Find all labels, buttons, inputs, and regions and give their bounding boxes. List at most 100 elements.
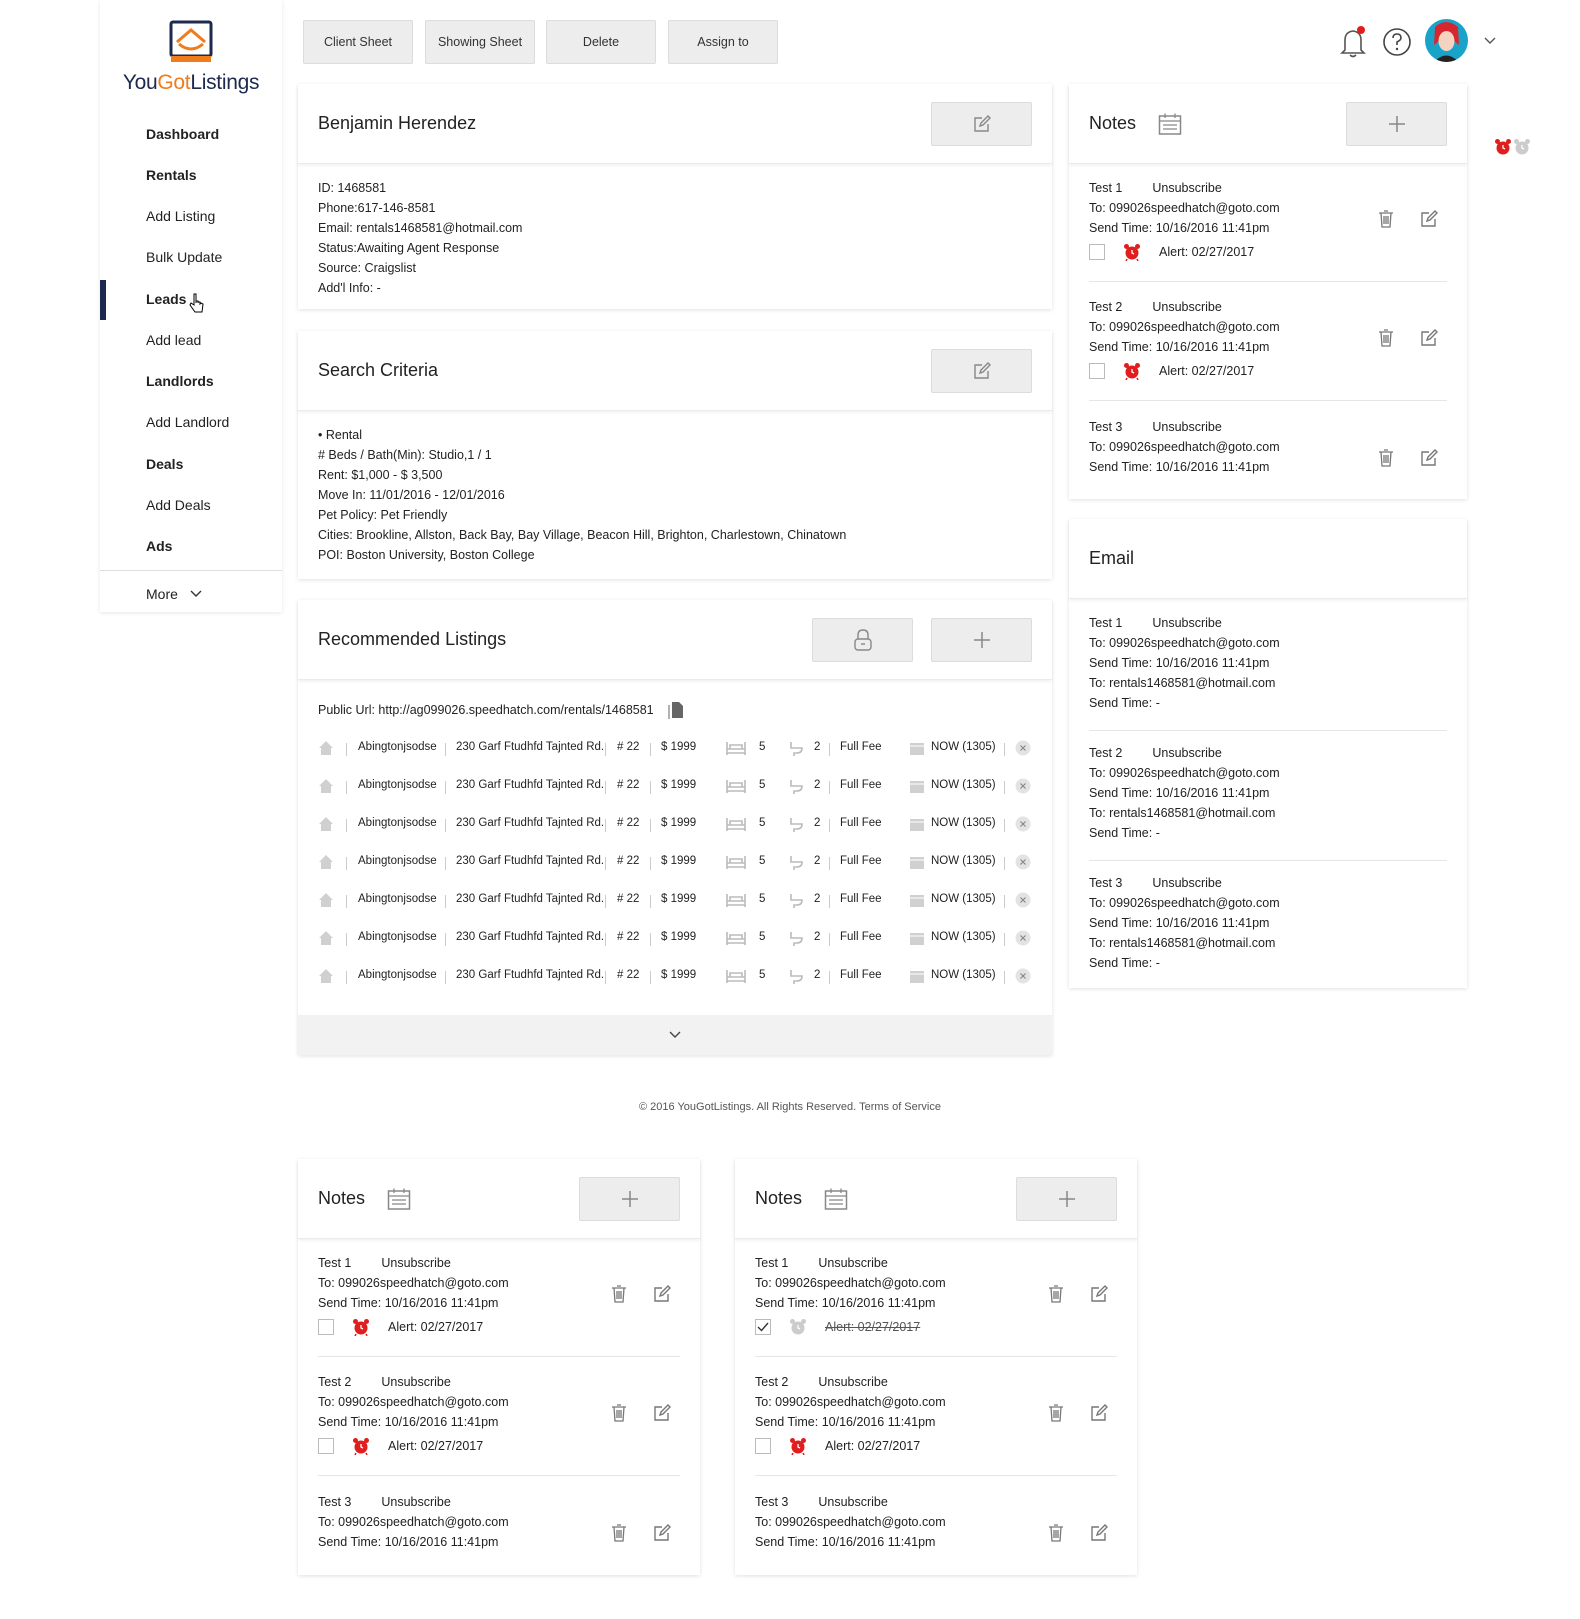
listing-row[interactable]: Abingtonjsodse 230 Garf Ftudhfd Tajnted R… [318, 928, 1032, 950]
edit-lead-button[interactable] [931, 102, 1032, 146]
remove-listing-icon[interactable] [1015, 740, 1031, 759]
trash-icon[interactable] [1378, 329, 1396, 347]
unsubscribe-link[interactable]: Unsubscribe [381, 1495, 450, 1509]
remove-listing-icon[interactable] [1015, 968, 1031, 987]
alert-checkbox[interactable] [755, 1319, 771, 1335]
listing-town[interactable]: Abingtonjsodse [358, 969, 437, 981]
listing-row[interactable]: Abingtonjsodse 230 Garf Ftudhfd Tajnted R… [318, 738, 1032, 760]
calendar-icon[interactable] [387, 1187, 411, 1211]
edit-icon[interactable] [1420, 329, 1438, 347]
sidebar-item-bulk-update[interactable]: Bulk Update [146, 249, 222, 265]
alert-checkbox[interactable] [1089, 244, 1105, 260]
bell-icon[interactable] [1339, 26, 1369, 58]
unsubscribe-link[interactable]: Unsubscribe [818, 1495, 887, 1509]
unsubscribe-link[interactable]: Unsubscribe [1152, 181, 1221, 195]
calendar-icon[interactable] [824, 1187, 848, 1211]
sidebar-item-ads[interactable]: Ads [146, 538, 172, 554]
listing-town[interactable]: Abingtonjsodse [358, 893, 437, 905]
calendar-icon[interactable] [1158, 112, 1182, 136]
unsubscribe-link[interactable]: Unsubscribe [1152, 300, 1221, 314]
unsubscribe-link[interactable]: Unsubscribe [1152, 420, 1221, 434]
trash-icon[interactable] [1048, 1285, 1066, 1303]
alert-checkbox[interactable] [318, 1438, 334, 1454]
trash-icon[interactable] [1048, 1524, 1066, 1542]
unsubscribe-link[interactable]: Unsubscribe [818, 1375, 887, 1389]
sidebar-item-add-deals[interactable]: Add Deals [146, 497, 211, 513]
remove-listing-icon[interactable] [1015, 930, 1031, 949]
listing-address[interactable]: 230 Garf Ftudhfd Tajnted Rd. [456, 741, 604, 753]
trash-icon[interactable] [1378, 210, 1396, 228]
more-menu[interactable]: More [146, 586, 202, 602]
add-listing-button[interactable] [931, 618, 1032, 662]
unsubscribe-link[interactable]: Unsubscribe [818, 1256, 887, 1270]
client-sheet-button[interactable]: Client Sheet [303, 20, 413, 64]
listing-address[interactable]: 230 Garf Ftudhfd Tajnted Rd. [456, 817, 604, 829]
trash-icon[interactable] [611, 1404, 629, 1422]
sidebar-item-landlords[interactable]: Landlords [146, 373, 214, 389]
listing-address[interactable]: 230 Garf Ftudhfd Tajnted Rd. [456, 893, 604, 905]
expand-listings-bar[interactable] [298, 1015, 1052, 1055]
sidebar-item-leads[interactable]: Leads [146, 291, 186, 307]
unsubscribe-link[interactable]: Unsubscribe [1152, 746, 1221, 760]
help-icon[interactable] [1382, 27, 1412, 57]
edit-icon[interactable] [1090, 1404, 1108, 1422]
edit-icon[interactable] [653, 1404, 671, 1422]
edit-icon[interactable] [1420, 449, 1438, 467]
listing-row[interactable]: Abingtonjsodse 230 Garf Ftudhfd Tajnted R… [318, 814, 1032, 836]
edit-icon[interactable] [1090, 1524, 1108, 1542]
sidebar-item-add-lead[interactable]: Add lead [146, 332, 201, 348]
edit-icon[interactable] [653, 1285, 671, 1303]
listing-town[interactable]: Abingtonjsodse [358, 931, 437, 943]
listing-town[interactable]: Abingtonjsodse [358, 741, 437, 753]
listing-address[interactable]: 230 Garf Ftudhfd Tajnted Rd. [456, 779, 604, 791]
trash-icon[interactable] [611, 1524, 629, 1542]
add-note-button[interactable] [579, 1177, 680, 1221]
listing-row[interactable]: Abingtonjsodse 230 Garf Ftudhfd Tajnted R… [318, 890, 1032, 912]
lock-button[interactable] [812, 618, 913, 662]
trash-icon[interactable] [611, 1285, 629, 1303]
trash-icon[interactable] [1378, 449, 1396, 467]
email-send-time: Send Time: 10/16/2016 11:41pm [1089, 656, 1270, 670]
edit-search-button[interactable] [931, 349, 1032, 393]
remove-listing-icon[interactable] [1015, 778, 1031, 797]
listing-row[interactable]: Abingtonjsodse 230 Garf Ftudhfd Tajnted R… [318, 852, 1032, 874]
listing-address[interactable]: 230 Garf Ftudhfd Tajnted Rd. [456, 931, 604, 943]
add-note-button[interactable] [1346, 102, 1447, 146]
add-note-button[interactable] [1016, 1177, 1117, 1221]
edit-icon[interactable] [653, 1524, 671, 1542]
sidebar-item-dashboard[interactable]: Dashboard [146, 126, 219, 142]
unsubscribe-link[interactable]: Unsubscribe [1152, 616, 1221, 630]
alert-checkbox[interactable] [1089, 363, 1105, 379]
listing-town[interactable]: Abingtonjsodse [358, 855, 437, 867]
copy-icon[interactable] [668, 701, 684, 719]
sidebar-item-rentals[interactable]: Rentals [146, 167, 197, 183]
listing-address[interactable]: 230 Garf Ftudhfd Tajnted Rd. [456, 969, 604, 981]
sidebar-item-deals[interactable]: Deals [146, 456, 183, 472]
alert-checkbox[interactable] [755, 1438, 771, 1454]
listing-address[interactable]: 230 Garf Ftudhfd Tajnted Rd. [456, 855, 604, 867]
listing-town[interactable]: Abingtonjsodse [358, 779, 437, 791]
sidebar-item-add-listing[interactable]: Add Listing [146, 208, 215, 224]
delete-button[interactable]: Delete [546, 20, 656, 64]
public-url[interactable]: Public Url: http://ag099026.speedhatch.c… [318, 700, 654, 720]
logo[interactable]: YouGotListings [100, 16, 282, 95]
unsubscribe-link[interactable]: Unsubscribe [1152, 876, 1221, 890]
alert-checkbox[interactable] [318, 1319, 334, 1335]
edit-icon[interactable] [1090, 1285, 1108, 1303]
listing-town[interactable]: Abingtonjsodse [358, 817, 437, 829]
listing-row[interactable]: Abingtonjsodse 230 Garf Ftudhfd Tajnted R… [318, 776, 1032, 798]
unsubscribe-link[interactable]: Unsubscribe [381, 1256, 450, 1270]
unsubscribe-link[interactable]: Unsubscribe [381, 1375, 450, 1389]
listing-row[interactable]: Abingtonjsodse 230 Garf Ftudhfd Tajnted R… [318, 966, 1032, 988]
assign-to-button[interactable]: Assign to [668, 20, 778, 64]
edit-icon[interactable] [1420, 210, 1438, 228]
avatar[interactable] [1425, 19, 1468, 62]
listing-price: $ 1999 [661, 817, 697, 829]
remove-listing-icon[interactable] [1015, 816, 1031, 835]
remove-listing-icon[interactable] [1015, 854, 1031, 873]
trash-icon[interactable] [1048, 1404, 1066, 1422]
showing-sheet-button[interactable]: Showing Sheet [425, 20, 535, 64]
remove-listing-icon[interactable] [1015, 892, 1031, 911]
account-chevron-down-icon[interactable] [1484, 37, 1496, 45]
sidebar-item-add-landlord[interactable]: Add Landlord [146, 414, 229, 430]
